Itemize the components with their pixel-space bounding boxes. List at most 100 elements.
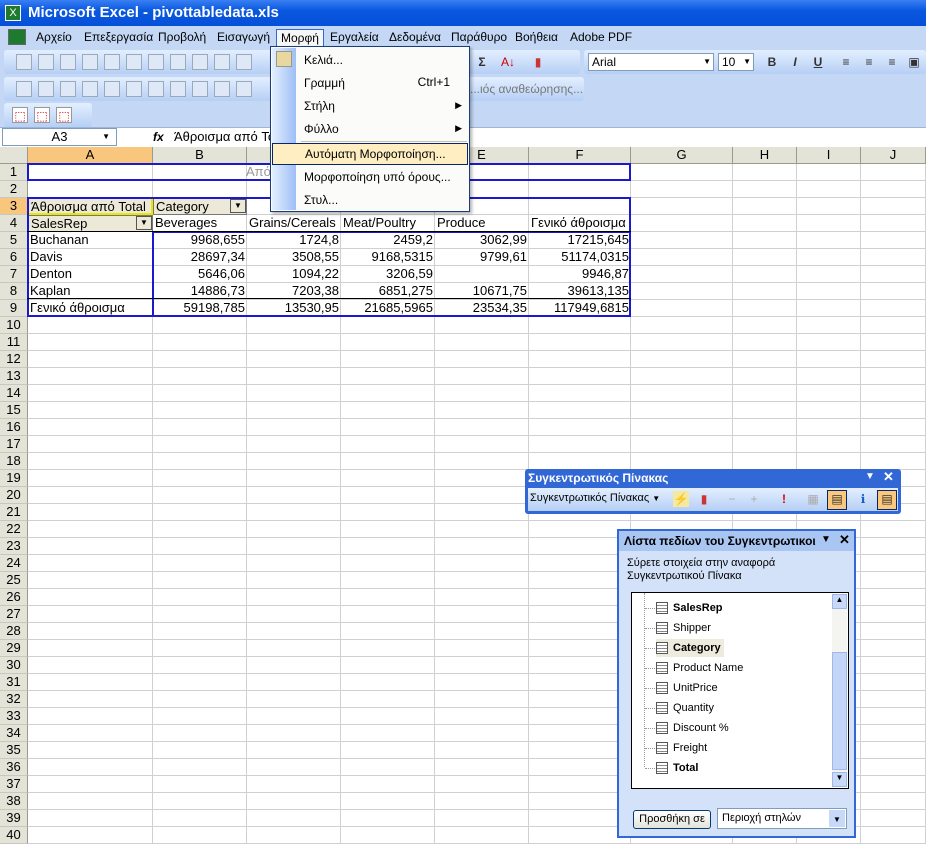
pdf-convert-icon[interactable]: ⬚ xyxy=(12,107,28,123)
cell-I13[interactable] xyxy=(797,368,861,385)
row-header-11[interactable]: 11 xyxy=(0,334,28,351)
row-header-27[interactable]: 27 xyxy=(0,606,28,623)
cut-icon[interactable] xyxy=(214,54,230,70)
cell-G10[interactable] xyxy=(631,317,733,334)
cell-A11[interactable] xyxy=(28,334,153,351)
cell-D10[interactable] xyxy=(341,317,435,334)
cell-B38[interactable] xyxy=(153,793,247,810)
cell-J17[interactable] xyxy=(861,436,926,453)
cell-H6[interactable] xyxy=(733,249,797,266)
cell-I10[interactable] xyxy=(797,317,861,334)
cell-I7[interactable] xyxy=(797,266,861,283)
email-icon[interactable] xyxy=(104,54,120,70)
row-header-5[interactable]: 5 xyxy=(0,232,28,249)
cell-E37[interactable] xyxy=(435,776,529,793)
cell-G18[interactable] xyxy=(631,453,733,470)
name-box[interactable]: A3 ▼ xyxy=(2,128,117,146)
pane-options-icon[interactable]: ▼ xyxy=(821,534,831,545)
cell-J13[interactable] xyxy=(861,368,926,385)
cell-D15[interactable] xyxy=(341,402,435,419)
cell-C38[interactable] xyxy=(247,793,341,810)
menu-2[interactable]: Προβολή xyxy=(154,29,210,47)
chart-wizard-icon[interactable]: ▮ xyxy=(530,54,546,70)
cell-E26[interactable] xyxy=(435,589,529,606)
cell-B14[interactable] xyxy=(153,385,247,402)
cell-F39[interactable] xyxy=(529,810,631,827)
cell-B25[interactable] xyxy=(153,572,247,589)
cell-E36[interactable] xyxy=(435,759,529,776)
cell-A21[interactable] xyxy=(28,504,153,521)
cell-A24[interactable] xyxy=(28,555,153,572)
format-menu-item-2[interactable]: Στήλη ▶ xyxy=(272,95,468,133)
cell-D22[interactable] xyxy=(341,521,435,538)
cell-J2[interactable] xyxy=(861,181,926,198)
copy-icon[interactable] xyxy=(236,54,252,70)
hide-detail-icon[interactable]: − xyxy=(724,491,740,507)
cell-H5[interactable] xyxy=(733,232,797,249)
column-header-B[interactable]: B xyxy=(153,147,247,164)
chevron-down-icon[interactable]: ▼ xyxy=(230,199,246,213)
show-field-list-icon[interactable]: ▤ xyxy=(877,490,897,510)
cell-D27[interactable] xyxy=(341,606,435,623)
cell-B26[interactable] xyxy=(153,589,247,606)
cell-D13[interactable] xyxy=(341,368,435,385)
cell-C25[interactable] xyxy=(247,572,341,589)
cell-A28[interactable] xyxy=(28,623,153,640)
cell-I12[interactable] xyxy=(797,351,861,368)
menu-8[interactable]: Βοήθεια xyxy=(511,29,562,47)
cell-H3[interactable] xyxy=(733,198,797,215)
cell-J14[interactable] xyxy=(861,385,926,402)
cell-D40[interactable] xyxy=(341,827,435,844)
cell-H1[interactable] xyxy=(733,164,797,181)
row-header-4[interactable]: 4 xyxy=(0,215,28,232)
cell-C36[interactable] xyxy=(247,759,341,776)
cell-G2[interactable] xyxy=(631,181,733,198)
cell-F22[interactable] xyxy=(529,521,631,538)
cell-A16[interactable] xyxy=(28,419,153,436)
underline-button[interactable]: U xyxy=(810,54,826,70)
cell-C23[interactable] xyxy=(247,538,341,555)
cell-E18[interactable] xyxy=(435,453,529,470)
cell-I17[interactable] xyxy=(797,436,861,453)
cell-I1[interactable] xyxy=(797,164,861,181)
cell-D26[interactable] xyxy=(341,589,435,606)
cell-E20[interactable] xyxy=(435,487,529,504)
cell-D23[interactable] xyxy=(341,538,435,555)
cell-J12[interactable] xyxy=(861,351,926,368)
cell-J10[interactable] xyxy=(861,317,926,334)
cell-F40[interactable] xyxy=(529,827,631,844)
cell-G3[interactable] xyxy=(631,198,733,215)
next-comment-icon[interactable] xyxy=(60,81,76,97)
row-header-38[interactable]: 38 xyxy=(0,793,28,810)
cell-F27[interactable] xyxy=(529,606,631,623)
cell-E24[interactable] xyxy=(435,555,529,572)
cell-C14[interactable] xyxy=(247,385,341,402)
row-header-3[interactable]: 3 xyxy=(0,198,28,215)
format-menu-item-4[interactable]: Αυτόματη Μορφοποίηση... xyxy=(272,143,468,165)
cell-D33[interactable] xyxy=(341,708,435,725)
cell-F37[interactable] xyxy=(529,776,631,793)
cell-E29[interactable] xyxy=(435,640,529,657)
cell-A20[interactable] xyxy=(28,487,153,504)
new-comment-icon[interactable] xyxy=(16,81,32,97)
cell-I2[interactable] xyxy=(797,181,861,198)
menu-1[interactable]: Επεξεργασία xyxy=(80,29,157,47)
autosum-icon[interactable]: Σ xyxy=(474,54,490,70)
cell-I3[interactable] xyxy=(797,198,861,215)
cell-J5[interactable] xyxy=(861,232,926,249)
cell-A26[interactable] xyxy=(28,589,153,606)
scroll-thumb[interactable] xyxy=(832,652,847,770)
cell-I15[interactable] xyxy=(797,402,861,419)
row-header-1[interactable]: 1 xyxy=(0,164,28,181)
spelling-icon[interactable] xyxy=(170,54,186,70)
cell-F35[interactable] xyxy=(529,742,631,759)
cell-A10[interactable] xyxy=(28,317,153,334)
cell-E13[interactable] xyxy=(435,368,529,385)
chevron-down-icon[interactable]: ▼ xyxy=(136,216,152,230)
cell-E11[interactable] xyxy=(435,334,529,351)
cell-B10[interactable] xyxy=(153,317,247,334)
cell-F11[interactable] xyxy=(529,334,631,351)
scrollbar[interactable]: ▲ ▼ xyxy=(832,594,847,787)
review-icon[interactable] xyxy=(192,81,208,97)
row-header-23[interactable]: 23 xyxy=(0,538,28,555)
